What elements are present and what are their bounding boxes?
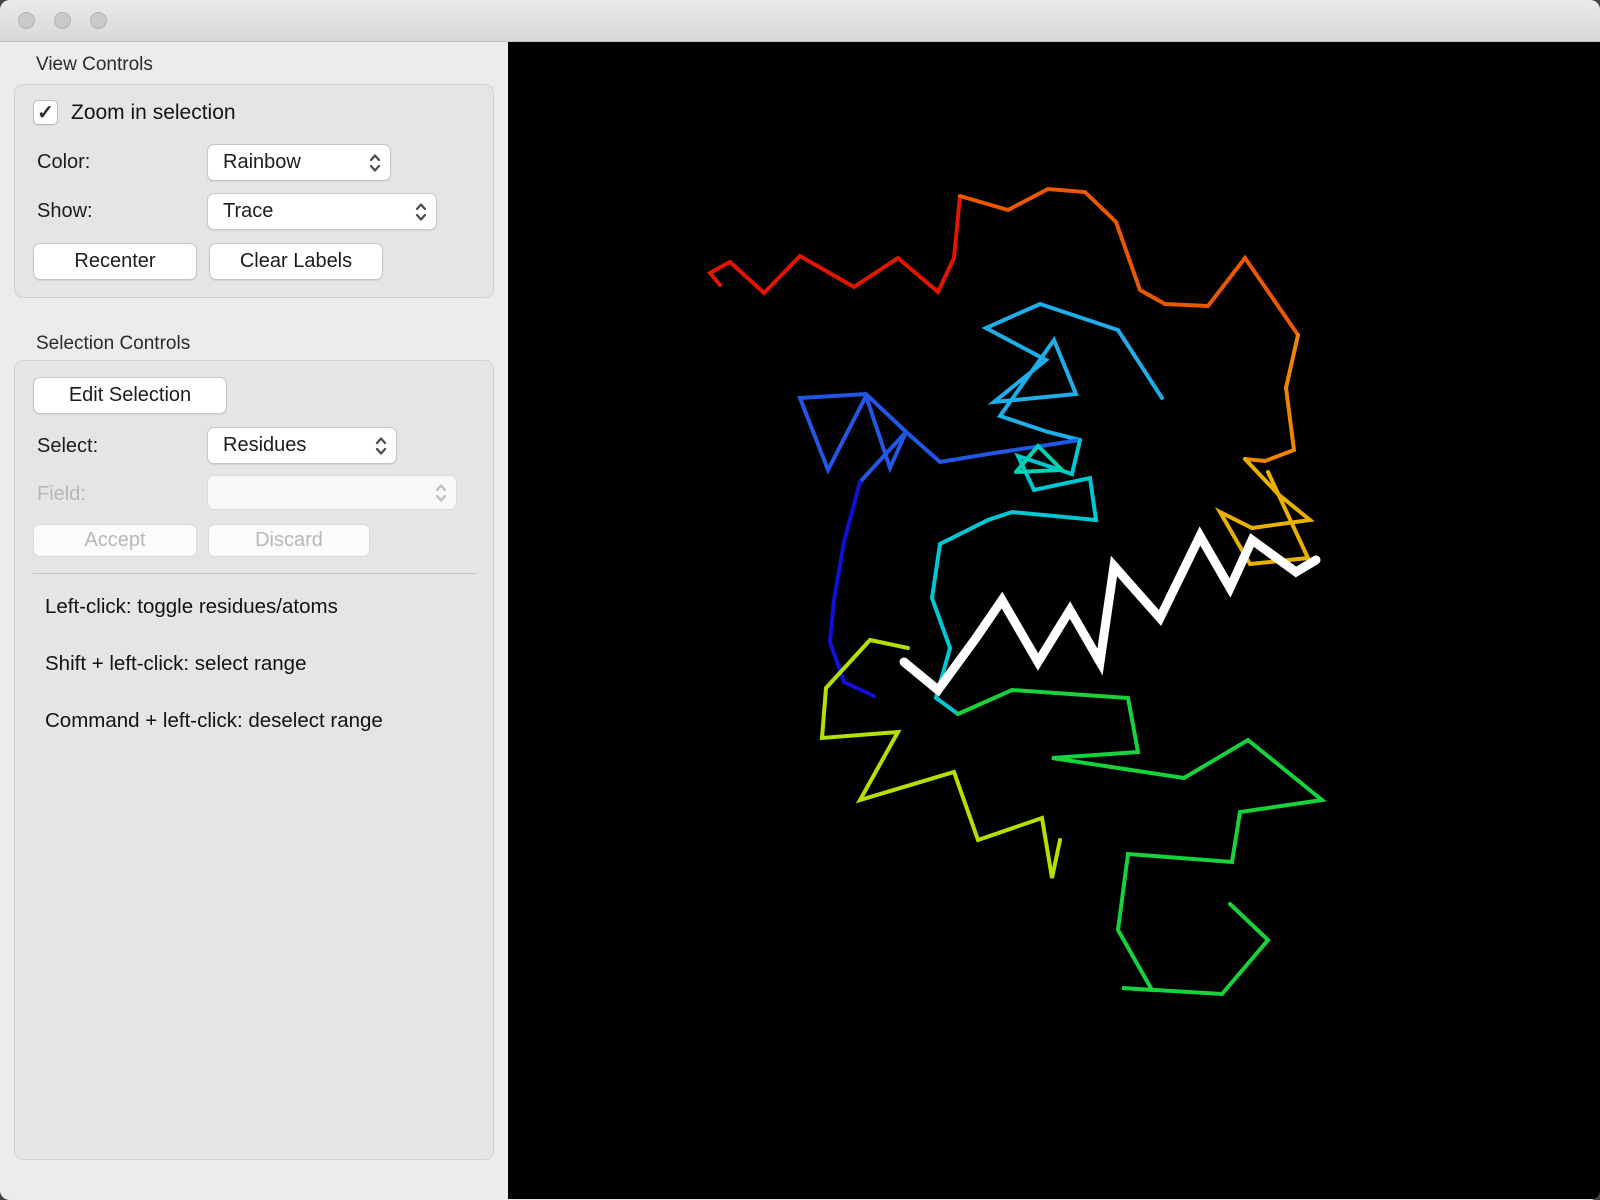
zoom-in-selection-label: Zoom in selection bbox=[71, 100, 236, 124]
show-dropdown-value: Trace bbox=[223, 200, 274, 222]
discard-button: Discard bbox=[208, 524, 370, 557]
help-line-shift-click: Shift + left-click: select range bbox=[45, 652, 307, 675]
molecule-viewport[interactable] bbox=[508, 42, 1600, 1199]
checkmark-icon: ✓ bbox=[37, 102, 54, 124]
accept-button: Accept bbox=[33, 524, 197, 557]
trace-segment-orange-right[interactable] bbox=[1243, 333, 1300, 464]
sidebar: View Controls ✓ Zoom in selection Color:… bbox=[0, 42, 508, 1199]
window-content: View Controls ✓ Zoom in selection Color:… bbox=[0, 42, 1600, 1199]
zoom-in-selection-row: ✓ Zoom in selection bbox=[33, 100, 236, 125]
clear-labels-button[interactable]: Clear Labels bbox=[209, 243, 383, 280]
protein-trace bbox=[508, 42, 1600, 1199]
color-dropdown[interactable]: Rainbow bbox=[207, 144, 391, 181]
select-dropdown-value: Residues bbox=[223, 434, 307, 456]
trace-segment-darkblue-strand[interactable] bbox=[827, 480, 876, 698]
help-line-command-click: Command + left-click: deselect range bbox=[45, 709, 383, 732]
app-window: View Controls ✓ Zoom in selection Color:… bbox=[0, 0, 1600, 1200]
zoom-in-selection-checkbox[interactable]: ✓ bbox=[33, 100, 58, 125]
color-label: Color: bbox=[37, 151, 91, 173]
trace-segment-lightblue-cluster[interactable] bbox=[981, 301, 1164, 442]
field-dropdown bbox=[207, 475, 457, 510]
field-label: Field: bbox=[37, 483, 86, 505]
view-controls-group: ✓ Zoom in selection Color: Rainbow Show: bbox=[14, 84, 494, 298]
trace-segment-selected-helix[interactable] bbox=[899, 526, 1321, 697]
trace-segment-red-nterm[interactable] bbox=[706, 194, 962, 296]
divider bbox=[33, 573, 477, 574]
stepper-updown-icon bbox=[413, 200, 429, 224]
color-dropdown-value: Rainbow bbox=[223, 151, 301, 173]
select-dropdown[interactable]: Residues bbox=[207, 427, 397, 464]
show-label: Show: bbox=[37, 200, 93, 222]
recenter-button[interactable]: Recenter bbox=[33, 243, 197, 280]
trace-segment-orange-red-top[interactable] bbox=[958, 186, 1300, 337]
select-label: Select: bbox=[37, 435, 99, 457]
help-line-left-click: Left-click: toggle residues/atoms bbox=[45, 595, 338, 618]
minimize-button[interactable] bbox=[54, 12, 71, 29]
show-dropdown[interactable]: Trace bbox=[207, 193, 437, 230]
stepper-updown-icon bbox=[433, 481, 449, 505]
zoom-button[interactable] bbox=[90, 12, 107, 29]
trace-segment-cyan-cluster[interactable] bbox=[929, 438, 1099, 716]
trace-segment-blue-cluster[interactable] bbox=[797, 390, 1082, 484]
stepper-updown-icon bbox=[373, 434, 389, 458]
trace-segment-green-cterm[interactable] bbox=[956, 687, 1327, 997]
view-controls-label: View Controls bbox=[36, 54, 153, 75]
close-button[interactable] bbox=[18, 12, 35, 29]
titlebar bbox=[0, 0, 1600, 42]
edit-selection-button[interactable]: Edit Selection bbox=[33, 377, 227, 414]
selection-controls-group: Edit Selection Select: Residues Field: A… bbox=[14, 360, 494, 1160]
selection-controls-label: Selection Controls bbox=[36, 333, 191, 354]
stepper-updown-icon bbox=[367, 151, 383, 175]
